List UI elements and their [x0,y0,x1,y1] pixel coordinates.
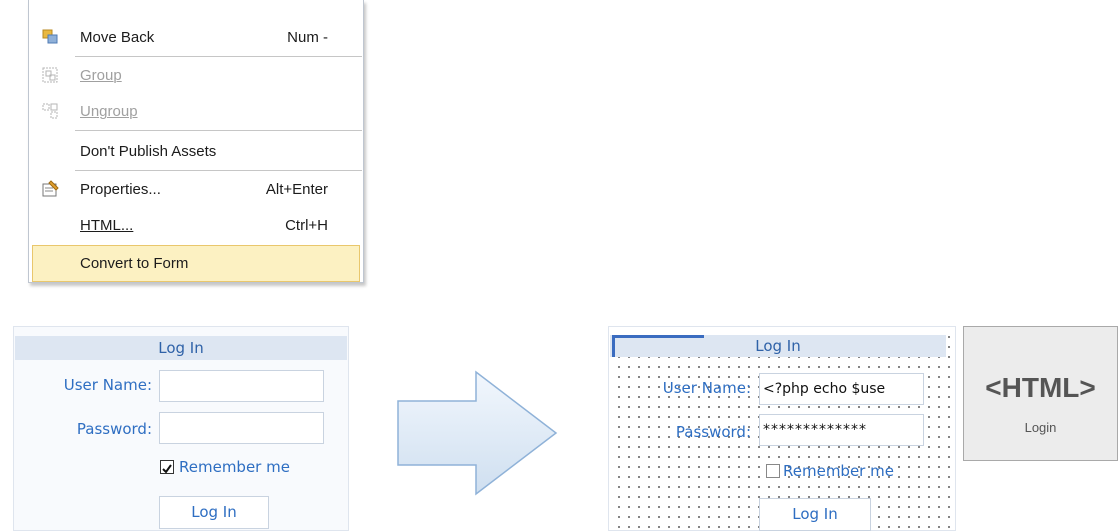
menu-label: Ungroup [80,103,138,120]
remember-label: Remember me [783,462,894,480]
menu-item-ungroup[interactable]: Ungroup [30,93,362,130]
username-label: User Name: [662,379,751,397]
remember-checkbox[interactable] [766,464,780,478]
menu-label: Properties... [80,181,161,198]
menu-shortcut: Alt+Enter [265,181,328,198]
menu-label: HTML... [80,217,134,234]
menu-label: Don't Publish Assets [80,143,217,160]
menu-shortcut: Num - [287,29,328,46]
context-menu: Move Back Num - Group Ungroup Don't Publ… [28,0,364,283]
password-input[interactable]: ************* [759,414,924,446]
remember-checkbox[interactable] [160,460,174,474]
menu-label: Move Back [80,29,155,46]
menu-item-dont-publish-assets[interactable]: Don't Publish Assets [30,133,362,170]
username-label: User Name: [63,376,152,394]
menu-item-move-back[interactable]: Move Back Num - [30,19,362,56]
menu-separator [75,130,362,131]
selection-corner [612,335,704,357]
login-button[interactable]: Log In [159,496,269,529]
properties-icon [42,180,59,197]
menu-item-convert-to-form[interactable]: Convert to Form [32,245,360,282]
arrow-right-icon [397,370,558,496]
html-caption: Login [1024,420,1057,435]
menu-item-group[interactable]: Group [30,57,362,94]
login-title: Log In [15,336,347,360]
group-icon [42,67,58,83]
username-input[interactable] [159,370,324,402]
move-back-icon [42,29,58,44]
login-form-after: Log In User Name: <?php echo $use Passwo… [608,326,956,531]
password-input[interactable] [159,412,324,444]
password-label: Password: [675,423,751,441]
menu-item-properties[interactable]: Properties... Alt+Enter [30,171,362,208]
password-label: Password: [76,420,152,438]
html-tag-text: <HTML> [985,372,1096,403]
html-object-box[interactable]: <HTML> Login [963,326,1118,461]
username-input[interactable]: <?php echo $use [759,373,924,405]
ungroup-icon [42,103,58,119]
login-button[interactable]: Log In [759,498,871,531]
login-form-before: Log In User Name: Password: Remember me … [13,326,349,531]
menu-item-html[interactable]: HTML... Ctrl+H [30,207,362,244]
menu-label: Convert to Form [80,255,189,272]
menu-label: Group [80,67,122,84]
menu-shortcut: Ctrl+H [285,217,328,234]
checkmark-icon [162,464,172,474]
remember-label: Remember me [179,458,290,476]
